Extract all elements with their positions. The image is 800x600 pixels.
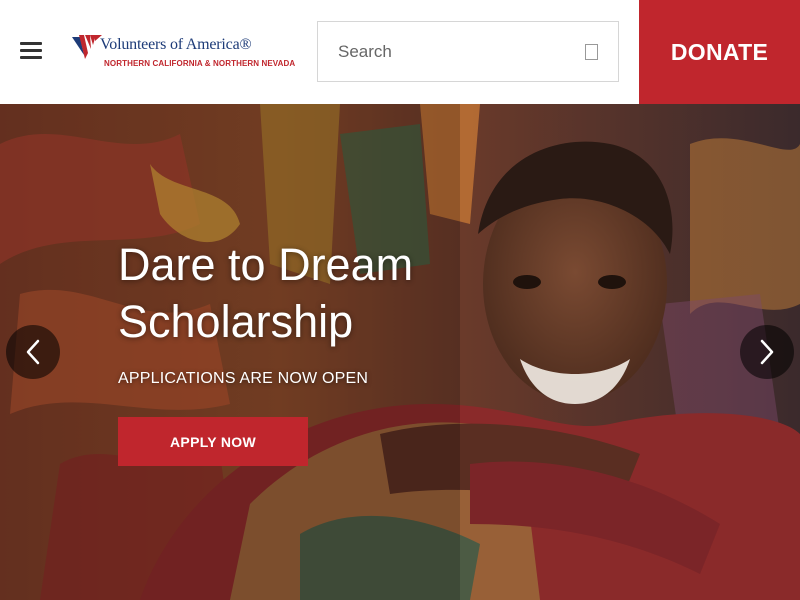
logo-subtitle: NORTHERN CALIFORNIA & NORTHERN NEVADA: [104, 59, 296, 68]
site-header: Volunteers of America® NORTHERN CALIFORN…: [0, 0, 800, 104]
search-icon[interactable]: [585, 44, 598, 60]
search-box: [317, 21, 619, 82]
carousel-prev-button[interactable]: [6, 325, 60, 379]
hero-photo: [0, 104, 800, 600]
search-input[interactable]: [318, 22, 568, 81]
hero-carousel: Dare to Dream Scholarship APPLICATIONS A…: [0, 104, 800, 600]
hero-title: Dare to Dream Scholarship: [118, 239, 414, 347]
carousel-next-button[interactable]: [740, 325, 794, 379]
chevron-right-icon: [760, 339, 774, 365]
logo-name: Volunteers of America®: [100, 36, 252, 53]
chevron-left-icon: [26, 339, 40, 365]
hero-subtitle: APPLICATIONS ARE NOW OPEN: [118, 370, 369, 387]
donate-button[interactable]: DONATE: [639, 0, 800, 104]
apply-now-button[interactable]: APPLY NOW: [118, 417, 308, 466]
hamburger-menu-icon[interactable]: [20, 42, 42, 60]
voa-flag-logo-icon: [72, 35, 102, 59]
logo[interactable]: Volunteers of America® NORTHERN CALIFORN…: [70, 32, 295, 72]
